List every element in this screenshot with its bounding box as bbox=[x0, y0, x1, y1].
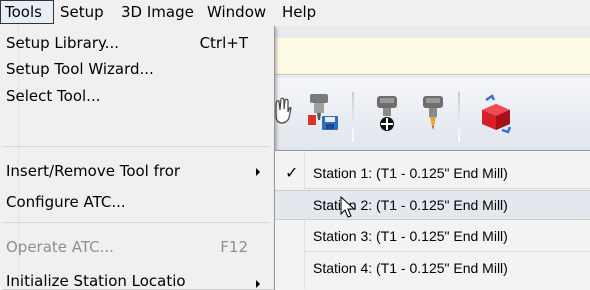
submenu-arrow-icon bbox=[256, 168, 260, 176]
submenu-item-station-1[interactable]: ✓ Station 1: (T1 - 0.125" End Mill) bbox=[275, 160, 590, 186]
shortcut-label: Ctrl+T bbox=[199, 34, 248, 52]
menu-bar: Tools Setup 3D Image Window Help bbox=[0, 0, 590, 26]
menu-item-label: Initialize Station Locatio bbox=[6, 272, 186, 289]
mouse-pointer-icon bbox=[340, 196, 356, 218]
menu-window[interactable]: Window bbox=[203, 0, 270, 24]
menu-tools[interactable]: Tools bbox=[0, 0, 54, 24]
submenu-arrow-icon bbox=[256, 280, 260, 288]
submenu-item-label: Station 1: (T1 - 0.125" End Mill) bbox=[313, 165, 508, 181]
menu-item-label: Configure ATC... bbox=[6, 193, 126, 211]
checkmark-icon: ✓ bbox=[285, 165, 299, 182]
menu-item-select-tool[interactable]: Select Tool... bbox=[0, 87, 274, 113]
spindle-tool-icon[interactable] bbox=[374, 94, 400, 134]
menu-item-setup-library[interactable]: Setup Library... Ctrl+T bbox=[0, 34, 274, 60]
toolbar-separator bbox=[352, 92, 354, 142]
submenu-item-station-3[interactable]: Station 3: (T1 - 0.125" End Mill) bbox=[275, 224, 590, 250]
tool-change-icon[interactable] bbox=[420, 94, 446, 134]
menu-item-setup-tool-wizard[interactable]: Setup Tool Wizard... bbox=[0, 60, 274, 86]
menu-item-insert-remove-tool[interactable]: Insert/Remove Tool fror bbox=[0, 158, 274, 186]
submenu-item-station-2[interactable]: Station 2: (T1 - 0.125" End Mill) bbox=[275, 190, 590, 220]
menu-item-initialize-station-location[interactable]: Initialize Station Locatio bbox=[0, 268, 274, 289]
menu-item-label: Operate ATC... bbox=[6, 238, 114, 256]
toolbar-separator bbox=[458, 92, 460, 142]
menu-setup[interactable]: Setup bbox=[56, 0, 108, 24]
menu-item-label: Insert/Remove Tool fror bbox=[6, 162, 181, 180]
submenu-item-station-4[interactable]: Station 4: (T1 - 0.125" End Mill) bbox=[275, 256, 590, 282]
submenu-item-label: Station 4: (T1 - 0.125" End Mill) bbox=[313, 260, 508, 276]
menu-separator bbox=[2, 146, 270, 147]
submenu-item-label: Station 3: (T1 - 0.125" End Mill) bbox=[313, 228, 508, 244]
menu-item-operate-atc[interactable]: Operate ATC... F12 bbox=[0, 234, 274, 260]
tool-save-icon[interactable] bbox=[306, 92, 340, 132]
submenu-separator bbox=[305, 251, 590, 252]
3d-cube-icon[interactable] bbox=[478, 94, 514, 134]
menu-item-label: Select Tool... bbox=[6, 87, 101, 105]
shortcut-label: F12 bbox=[220, 238, 248, 256]
menu-item-label: Setup Tool Wizard... bbox=[6, 60, 154, 78]
submenu-separator bbox=[305, 188, 590, 189]
menu-help[interactable]: Help bbox=[278, 0, 320, 24]
menu-item-label: Setup Library... bbox=[6, 34, 120, 52]
menu-separator bbox=[2, 222, 270, 223]
app-info-strip bbox=[260, 38, 590, 75]
menu-3d-image[interactable]: 3D Image bbox=[117, 0, 198, 24]
menu-item-configure-atc[interactable]: Configure ATC... bbox=[0, 190, 274, 216]
hand-icon[interactable] bbox=[274, 96, 292, 126]
